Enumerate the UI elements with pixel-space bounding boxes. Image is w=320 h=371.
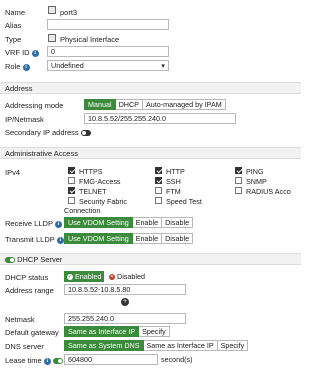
secondary-ip-label: Secondary IP address	[5, 128, 91, 137]
gateway-same-as-interface-button[interactable]: Same as Interface IP	[64, 326, 140, 337]
addressing-mode-selector: Manual DHCP Auto-managed by IPAM	[84, 99, 226, 110]
default-gateway-label: Default gateway	[5, 328, 59, 337]
telnet-label: TELNET	[79, 187, 107, 196]
fmg-access-label: FMG-Access	[79, 177, 121, 186]
dns-server-selector: Same as System DNS Same as Interface IP …	[64, 340, 249, 351]
ping-checkbox[interactable]	[235, 167, 242, 174]
dhcp-server-section-header: DHCP Server	[0, 253, 301, 265]
dhcp-status-label: DHCP status	[5, 273, 49, 282]
receive-lldp-label: Receive LLDP i	[5, 219, 62, 228]
dhcp-disabled-button[interactable]: ✕ Disabled	[107, 271, 147, 282]
dns-same-as-interface-button[interactable]: Same as Interface IP	[143, 340, 218, 351]
transmit-lldp-label: Transmit LLDP i	[5, 235, 64, 244]
https-checkbox[interactable]	[68, 167, 75, 174]
ipv4-label: IPv4	[5, 168, 21, 177]
ssh-checkbox[interactable]	[155, 177, 162, 184]
mode-ipam-button[interactable]: Auto-managed by IPAM	[142, 99, 226, 110]
admin-access-section-header: Administrative Access	[0, 147, 301, 159]
speed-test-checkbox[interactable]	[155, 197, 162, 204]
telnet-checkbox[interactable]	[68, 187, 75, 194]
snmp-checkbox[interactable]	[235, 177, 242, 184]
role-label: Role i	[5, 62, 30, 71]
radius-accounting-checkbox[interactable]	[235, 187, 242, 194]
receive-lldp-enable-button[interactable]: Enable	[132, 217, 163, 228]
transmit-lldp-disable-button[interactable]: Disable	[162, 233, 194, 244]
chevron-down-icon: ▾	[161, 61, 165, 70]
address-section-header: Address	[0, 82, 301, 94]
dhcp-server-title: DHCP Server	[17, 255, 63, 264]
dns-specify-button[interactable]: Specify	[217, 340, 249, 351]
netmask-input[interactable]: 255.255.240.0	[64, 313, 186, 324]
http-label: HTTP	[166, 167, 185, 176]
alias-label: Alias	[5, 21, 22, 30]
alias-input[interactable]	[47, 19, 169, 30]
vrf-label: VRF ID i	[5, 48, 39, 57]
https-label: HTTPS	[79, 167, 103, 176]
transmit-lldp-enable-button[interactable]: Enable	[132, 233, 163, 244]
address-range-label: Address range	[5, 286, 54, 295]
name-label: Name	[5, 8, 26, 17]
transmit-lldp-selector: Use VDOM Setting Enable Disable	[64, 233, 194, 244]
ip-netmask-input[interactable]: 10.8.5.52/255.255.240.0	[84, 113, 236, 124]
lease-time-toggle[interactable]	[52, 358, 63, 365]
lease-time-label: Lease time i	[5, 356, 63, 365]
receive-lldp-vdom-button[interactable]: Use VDOM Setting	[64, 217, 133, 228]
dhcp-enabled-button[interactable]: ✓ Enabled	[64, 271, 105, 282]
security-fabric-checkbox[interactable]	[68, 197, 75, 204]
role-select[interactable]: Undefined ▾	[47, 60, 169, 71]
receive-lldp-selector: Use VDOM Setting Enable Disable	[64, 217, 194, 228]
receive-lldp-disable-button[interactable]: Disable	[162, 217, 194, 228]
http-checkbox[interactable]	[155, 167, 162, 174]
role-select-value: Undefined	[51, 61, 84, 70]
ssh-label: SSH	[166, 177, 181, 186]
interface-icon	[48, 6, 56, 14]
info-icon: i	[54, 220, 62, 228]
ping-label: PING	[246, 167, 264, 176]
lease-time-unit: second(s)	[161, 355, 193, 364]
name-value: port3	[60, 8, 78, 17]
type-value: Physical Interface	[60, 35, 120, 44]
info-icon: i	[43, 357, 51, 365]
speed-test-label: Speed Test	[166, 197, 202, 206]
secondary-ip-toggle[interactable]	[80, 130, 91, 137]
fmg-access-checkbox[interactable]	[68, 177, 75, 184]
dhcp-server-toggle[interactable]	[5, 257, 15, 264]
gateway-specify-button[interactable]: Specify	[139, 326, 170, 337]
security-fabric-connection-label: Connection	[64, 206, 101, 215]
vrf-input[interactable]: 0	[47, 46, 169, 57]
address-range-input[interactable]: 10.8.5.52-10.8.5.80	[64, 284, 186, 295]
physical-interface-icon	[48, 34, 56, 42]
lease-time-input[interactable]: 604800	[64, 354, 158, 365]
dns-same-as-system-button[interactable]: Same as System DNS	[64, 340, 144, 351]
add-range-icon[interactable]: +	[121, 298, 129, 306]
x-circle-icon: ✕	[109, 274, 115, 281]
check-circle-icon: ✓	[67, 274, 73, 281]
addressing-mode-label: Addressing mode	[5, 101, 64, 110]
security-fabric-label: Security Fabric	[79, 197, 127, 206]
mode-dhcp-button[interactable]: DHCP	[115, 99, 143, 110]
ftm-label: FTM	[166, 187, 181, 196]
type-label: Type	[5, 35, 22, 44]
mode-manual-button[interactable]: Manual	[84, 99, 116, 110]
default-gateway-selector: Same as Interface IP Specify	[64, 326, 170, 337]
dns-server-label: DNS server	[5, 342, 44, 351]
snmp-label: SNMP	[246, 177, 267, 186]
radius-accounting-label: RADIUS Acco	[246, 187, 291, 196]
transmit-lldp-vdom-button[interactable]: Use VDOM Setting	[64, 233, 133, 244]
info-icon: i	[31, 49, 39, 57]
ftm-checkbox[interactable]	[155, 187, 162, 194]
info-icon: i	[56, 236, 64, 244]
netmask-label: Netmask	[5, 315, 35, 324]
info-icon: i	[22, 63, 30, 71]
ip-netmask-label: IP/Netmask	[5, 115, 44, 124]
